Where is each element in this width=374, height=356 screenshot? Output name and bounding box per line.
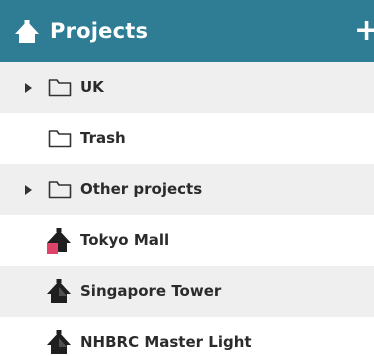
tree-item-label: NHBRC Master Light xyxy=(80,333,252,351)
caret-right-icon[interactable] xyxy=(24,82,34,94)
tree-item-other-projects[interactable]: Other projects xyxy=(0,164,374,215)
folder-icon xyxy=(48,79,72,97)
tree-item-uk[interactable]: UK xyxy=(0,62,374,113)
status-badge xyxy=(47,243,58,254)
tree-item-label: Singapore Tower xyxy=(80,282,222,300)
add-project-button[interactable]: + xyxy=(354,14,374,48)
projects-header: Projects + xyxy=(0,0,374,62)
tree-item-singapore-tower[interactable]: Singapore Tower xyxy=(0,266,374,317)
folder-icon xyxy=(48,181,72,199)
folder-icon xyxy=(48,130,72,148)
projects-panel: Projects + UK Trash Other projects Tokyo… xyxy=(0,0,374,356)
building-icon xyxy=(47,330,71,354)
tree-item-label: Tokyo Mall xyxy=(80,231,170,249)
building-icon xyxy=(47,228,71,254)
page-title: Projects xyxy=(50,19,149,43)
tree-item-label: Other projects xyxy=(80,180,203,198)
tree-item-label: Trash xyxy=(80,129,126,147)
house-project-icon xyxy=(15,20,39,43)
building-icon xyxy=(47,279,71,303)
tree-item-tokyo-mall[interactable]: Tokyo Mall xyxy=(0,215,374,266)
tree-item-nhbrc-master-light[interactable]: NHBRC Master Light xyxy=(0,317,374,356)
caret-right-icon[interactable] xyxy=(24,184,34,196)
tree-item-label: UK xyxy=(80,78,104,96)
tree-item-trash[interactable]: Trash xyxy=(0,113,374,164)
